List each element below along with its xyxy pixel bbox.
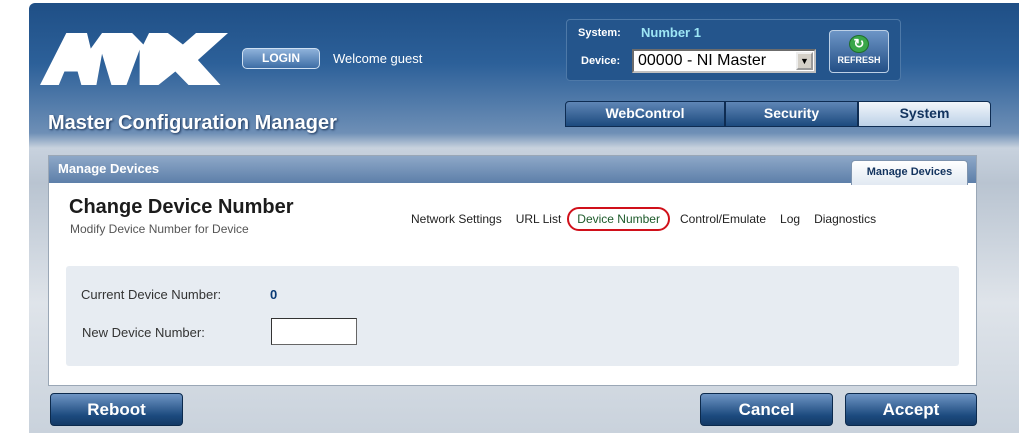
- system-value: Number 1: [641, 25, 701, 40]
- refresh-label: REFRESH: [837, 55, 881, 65]
- accept-button[interactable]: Accept: [845, 393, 977, 426]
- device-select[interactable]: 00000 - NI Master ▼: [632, 49, 816, 73]
- tab-manage-devices[interactable]: Manage Devices: [851, 160, 968, 185]
- device-label: Device:: [581, 55, 621, 67]
- sub-navigation: Network Settings URL List Device Number …: [411, 207, 890, 231]
- refresh-button[interactable]: ↻ REFRESH: [829, 30, 889, 73]
- welcome-text: Welcome guest: [333, 51, 423, 66]
- new-device-number-label: New Device Number:: [82, 325, 205, 340]
- subnav-control-emulate[interactable]: Control/Emulate: [680, 212, 766, 231]
- subnav-diagnostics[interactable]: Diagnostics: [814, 212, 876, 231]
- current-device-number-label: Current Device Number:: [81, 287, 222, 302]
- system-label: System:: [578, 27, 621, 39]
- panel-header-title: Manage Devices: [49, 156, 976, 183]
- page-subtitle: Modify Device Number for Device: [70, 222, 249, 236]
- new-device-number-input[interactable]: [271, 318, 357, 345]
- chevron-down-icon[interactable]: ▼: [796, 52, 813, 70]
- subnav-url-list[interactable]: URL List: [516, 212, 562, 231]
- page-title: Change Device Number: [69, 196, 294, 218]
- login-button[interactable]: LOGIN: [242, 48, 320, 69]
- device-number-form: Current Device Number: 0 New Device Numb…: [66, 266, 959, 366]
- main-tabs: WebControl Security System: [565, 101, 991, 127]
- tab-security[interactable]: Security: [725, 101, 858, 127]
- reboot-button[interactable]: Reboot: [50, 393, 183, 426]
- refresh-icon: ↻: [849, 35, 869, 53]
- manage-devices-panel: Manage Devices Manage Devices Change Dev…: [48, 155, 977, 386]
- app-title: Master Configuration Manager: [48, 112, 337, 134]
- subnav-device-number[interactable]: Device Number: [567, 207, 670, 231]
- subnav-log[interactable]: Log: [780, 212, 800, 231]
- tab-webcontrol[interactable]: WebControl: [565, 101, 725, 127]
- current-device-number-value: 0: [270, 287, 278, 302]
- cancel-button[interactable]: Cancel: [700, 393, 833, 426]
- tab-system[interactable]: System: [858, 101, 991, 127]
- subnav-network-settings[interactable]: Network Settings: [411, 212, 502, 231]
- device-select-value: 00000 - NI Master: [638, 52, 767, 69]
